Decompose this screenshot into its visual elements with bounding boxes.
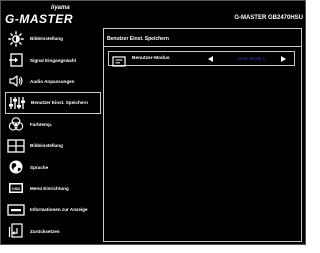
color-circles-icon: [5, 116, 27, 132]
info-monitor-icon: [5, 202, 27, 218]
panel-divider: [104, 46, 301, 47]
brand-logo: iiyama G-MASTER: [5, 5, 95, 26]
sidebar-item-label: Audio Anpassungen: [30, 78, 75, 84]
model-name: G-MASTER GB2470HSU: [234, 15, 303, 21]
sidebar-item-label: Farbtemp.: [30, 121, 53, 127]
sidebar-item-zuruecksetzen[interactable]: Zurücksetzen: [5, 221, 101, 242]
previous-arrow-icon[interactable]: [208, 55, 213, 62]
next-arrow-icon[interactable]: [281, 55, 286, 62]
reset-icon: [5, 223, 27, 239]
brightness-icon: [5, 30, 27, 47]
brand-gmaster-text: G-MASTER: [5, 12, 73, 26]
settings-panel: Benutzer Einst. Speichern Benutzer-Modus…: [103, 28, 302, 242]
sidebar-item-label: Informationen zur Anzeige: [30, 207, 88, 213]
sidebar-item-label: Zurücksetzen: [30, 228, 60, 234]
sidebar-item-label: Menü Einrichtung: [30, 185, 69, 191]
user-mode-icon: [112, 54, 126, 67]
sidebar-item-label: Bildeinstellung: [30, 143, 63, 149]
picture-icon: [5, 138, 27, 154]
globe-icon: [5, 159, 27, 175]
svg-text:OSD: OSD: [12, 186, 21, 191]
sidebar-item-sprache[interactable]: Sprache: [5, 156, 101, 177]
brand-iiyama-text: iiyama: [51, 5, 70, 11]
sliders-icon: [6, 95, 28, 111]
sidebar-item-farbtemp[interactable]: Farbtemp.: [5, 114, 101, 135]
sidebar-item-benutzer-einst-speichern[interactable]: Benutzer Einst. Speichern: [5, 92, 101, 114]
user-mode-setting[interactable]: Benutzer-Modus User Mode 1: [108, 51, 295, 67]
panel-title: Benutzer Einst. Speichern: [107, 36, 169, 42]
speaker-icon: [5, 73, 27, 89]
sidebar-item-informationen[interactable]: Informationen zur Anzeige: [5, 199, 101, 220]
osd-menu: iiyama G-MASTER G-MASTER GB2470HSU Bilde…: [0, 0, 306, 245]
user-mode-label: Benutzer-Modus: [132, 56, 170, 61]
sidebar: Bildeinstellung Signal Eingangswahl Audi…: [5, 28, 101, 242]
user-mode-value: User Mode 1: [237, 56, 266, 61]
sidebar-item-label: Sprache: [30, 164, 49, 170]
sidebar-item-label: Signal Eingangswahl: [30, 57, 76, 63]
input-icon: [5, 52, 27, 68]
sidebar-item-menue-einrichtung[interactable]: OSD Menü Einrichtung: [5, 178, 101, 199]
osd-icon: OSD: [5, 180, 27, 196]
sidebar-item-label: Benutzer Einst. Speichern: [31, 100, 88, 106]
sidebar-item-audio-anpassungen[interactable]: Audio Anpassungen: [5, 71, 101, 92]
sidebar-item-label: Bildeinstellung: [30, 36, 63, 42]
sidebar-item-bildeinstellung[interactable]: Bildeinstellung: [5, 28, 101, 49]
sidebar-item-bildeinstellung-2[interactable]: Bildeinstellung: [5, 135, 101, 156]
sidebar-item-signal-eingangswahl[interactable]: Signal Eingangswahl: [5, 49, 101, 70]
